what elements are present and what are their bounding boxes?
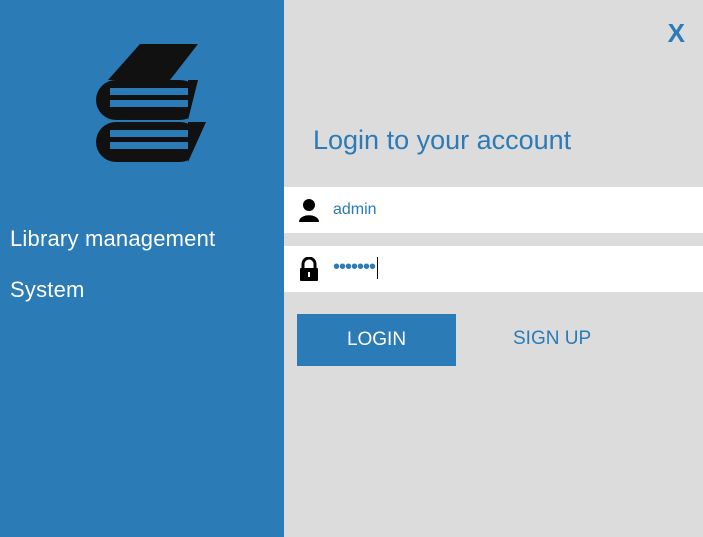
username-field[interactable]: admin xyxy=(284,187,703,233)
signup-button[interactable]: SIGN UP xyxy=(513,328,591,350)
user-icon xyxy=(299,199,319,222)
lock-icon xyxy=(300,257,318,281)
page-title: Login to your account xyxy=(313,125,572,155)
login-panel: X Login to your account admin ••••••• LO… xyxy=(284,0,703,537)
books-icon xyxy=(96,44,208,162)
close-button[interactable]: X xyxy=(668,18,685,49)
sidebar-panel: Library management System xyxy=(0,0,284,537)
app-name-line2: System xyxy=(10,277,85,302)
app-name-line1: Library management xyxy=(10,226,216,251)
login-button[interactable]: LOGIN xyxy=(297,314,456,366)
username-value: admin xyxy=(333,201,377,218)
password-field[interactable]: ••••••• xyxy=(284,246,703,292)
text-caret xyxy=(377,256,379,279)
password-value: ••••••• xyxy=(333,256,379,279)
